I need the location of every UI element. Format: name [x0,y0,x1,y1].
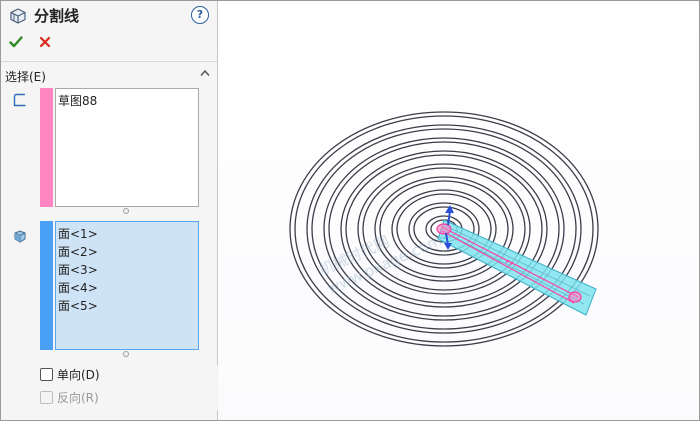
list-item[interactable]: 面<3> [58,261,196,279]
chevron-up-icon[interactable] [199,68,211,78]
selection-section-label: 选择(E) [5,70,46,84]
model-view[interactable] [218,1,698,420]
help-icon[interactable]: ? [191,6,209,24]
panel-header: 分割线 ? [1,1,217,29]
list-item[interactable]: 面<1> [58,225,196,243]
property-manager-panel: 分割线 ? 选择(E) 草图88 面<1> 面<2> 面<3> 面<4> 面<5… [1,1,218,420]
list-item[interactable]: 草图88 [58,92,196,110]
header-divider [1,61,217,62]
split-line-feature-icon [10,8,26,24]
reverse-label: 反向(R) [57,391,99,405]
sketch-selection-list[interactable]: 草图88 [55,88,199,207]
panel-title: 分割线 [34,7,80,25]
list-item[interactable]: 面<2> [58,243,196,261]
close-icon [39,36,51,48]
single-direction-checkbox[interactable] [40,368,53,381]
face-color-bar [40,221,53,350]
reverse-option: 反向(R) [40,389,99,406]
list-item[interactable]: 面<4> [58,279,196,297]
sketch-list-resize-handle[interactable] [123,208,129,214]
single-direction-label: 单向(D) [57,368,100,382]
sketch-selection-icon [13,93,26,107]
single-direction-option[interactable]: 单向(D) [40,366,100,383]
graphics-viewport[interactable]: 机械时代网 www.pxage.com [218,1,698,420]
list-item[interactable]: 面<5> [58,297,196,315]
face-selection-list[interactable]: 面<1> 面<2> 面<3> 面<4> 面<5> [55,221,199,350]
face-selection-icon [14,230,26,243]
sketch-color-bar [40,88,53,207]
check-icon [9,36,23,48]
reverse-checkbox [40,391,53,404]
cancel-button[interactable] [39,36,51,48]
face-list-resize-handle[interactable] [123,351,129,357]
ok-button[interactable] [9,35,23,49]
